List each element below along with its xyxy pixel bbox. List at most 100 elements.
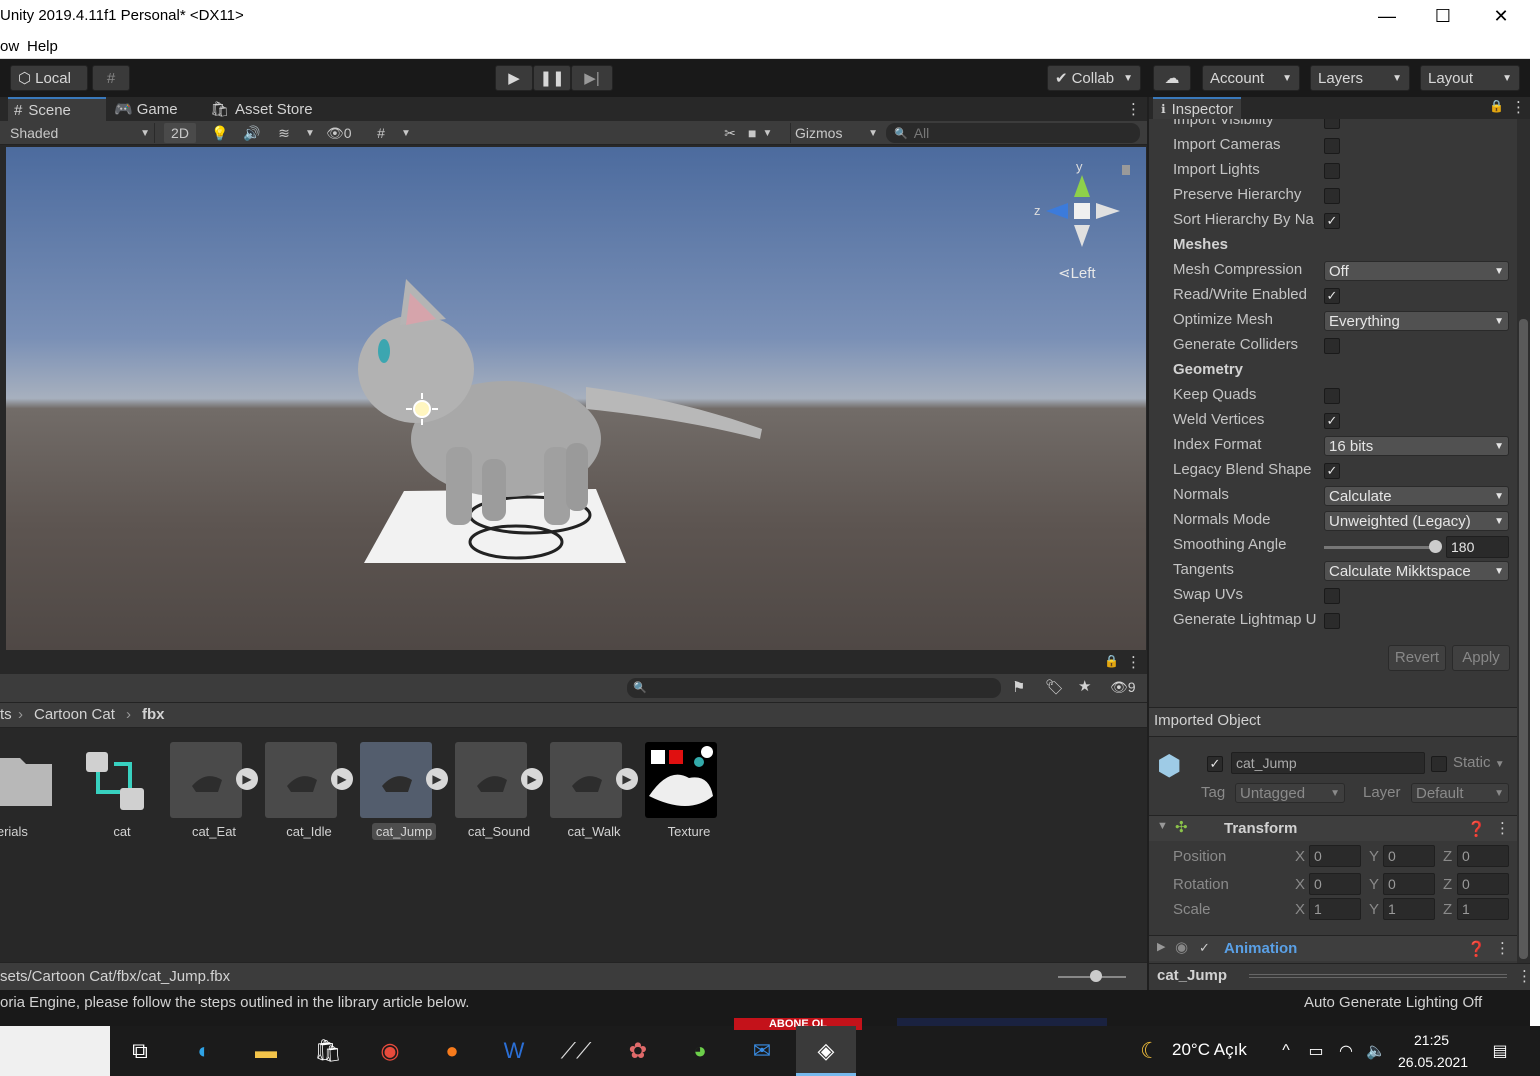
more-options-icon[interactable]: ⋮ <box>1126 653 1141 671</box>
tab-asset-store[interactable]: 🛍 Asset Store <box>204 97 319 121</box>
asset-texture[interactable]: Texture <box>641 742 721 842</box>
thumbnail-size-slider-handle[interactable] <box>1090 970 1102 982</box>
paint-icon[interactable]: ✿ <box>618 1032 658 1070</box>
slider-handle[interactable] <box>1429 540 1442 553</box>
clock-time[interactable]: 21:25 <box>1414 1032 1449 1048</box>
static-checkbox[interactable] <box>1431 756 1447 772</box>
setting-dropdown[interactable]: Calculate Mikktspace ▼ <box>1324 561 1509 581</box>
app-icon[interactable]: ⟋⟋ <box>556 1032 596 1070</box>
asset-materials-folder[interactable]: aterials <box>0 742 66 842</box>
scene-search-input[interactable]: 🔍 All <box>886 123 1140 143</box>
hidden-packages-toggle[interactable]: 👁9 <box>1110 679 1136 696</box>
setting-checkbox[interactable]: ✓ <box>1324 413 1340 429</box>
tab-inspector[interactable]: ℹ Inspector <box>1153 97 1242 119</box>
account-dropdown[interactable]: Account ▼ <box>1202 65 1300 91</box>
transform-x-field[interactable]: 1 <box>1309 898 1361 920</box>
smoothing-angle-field[interactable]: 180 <box>1446 536 1509 558</box>
transform-y-field[interactable]: 0 <box>1383 845 1435 867</box>
asset-cat-walk[interactable]: ▶ cat_Walk <box>546 742 638 842</box>
setting-checkbox[interactable]: ✓ <box>1324 463 1340 479</box>
apply-button[interactable]: Apply <box>1452 645 1510 671</box>
transform-y-field[interactable]: 0 <box>1383 873 1435 895</box>
setting-checkbox[interactable] <box>1324 138 1340 154</box>
edge-browser-icon[interactable]: ◐ <box>184 1032 224 1070</box>
setting-checkbox[interactable] <box>1324 388 1340 404</box>
scrollbar-thumb[interactable] <box>1519 319 1528 959</box>
effects-toggle-icon[interactable]: ≋ <box>272 123 296 143</box>
task-view-icon[interactable]: ⧉ <box>120 1032 160 1070</box>
tag-dropdown[interactable]: Untagged ▼ <box>1235 783 1345 803</box>
asset-cat-sound[interactable]: ▶ cat_Sound <box>451 742 543 842</box>
expand-arrow-icon[interactable]: ▶ <box>236 768 258 790</box>
lighting-toggle-icon[interactable]: 💡 <box>208 123 232 143</box>
inspector-scrollbar[interactable] <box>1517 119 1530 963</box>
notifications-icon[interactable]: ▤ <box>1480 1032 1520 1070</box>
expand-arrow-icon[interactable]: ▶ <box>331 768 353 790</box>
orientation-gizmo[interactable] <box>1046 165 1130 247</box>
setting-checkbox[interactable]: ✓ <box>1324 288 1340 304</box>
setting-checkbox[interactable] <box>1324 338 1340 354</box>
expand-arrow-icon[interactable]: ▶ <box>616 768 638 790</box>
setting-checkbox[interactable] <box>1324 119 1340 129</box>
taskbar-search-box[interactable] <box>0 1026 110 1076</box>
expand-arrow-icon[interactable]: ▶ <box>426 768 448 790</box>
audio-toggle-icon[interactable]: 🔊 <box>240 123 264 143</box>
setting-dropdown[interactable]: Calculate ▼ <box>1324 486 1509 506</box>
object-active-checkbox[interactable]: ✓ <box>1207 756 1223 772</box>
chevron-down-icon[interactable]: ▼ <box>302 123 318 143</box>
menu-help[interactable]: Help <box>27 38 58 55</box>
setting-checkbox[interactable] <box>1324 188 1340 204</box>
transform-y-field[interactable]: 1 <box>1383 898 1435 920</box>
hidden-objects-toggle[interactable]: 👁 0 <box>326 123 362 143</box>
revert-button[interactable]: Revert <box>1388 645 1446 671</box>
menu-window[interactable]: ow <box>0 38 19 55</box>
file-explorer-icon[interactable]: ▬ <box>246 1032 286 1070</box>
play-button[interactable]: ▶ <box>495 65 533 91</box>
expand-arrow-icon[interactable]: ▶ <box>521 768 543 790</box>
transform-x-field[interactable]: 0 <box>1309 873 1361 895</box>
breadcrumb-cartoon-cat[interactable]: Cartoon Cat <box>34 703 115 727</box>
store-icon[interactable]: 🛍 <box>308 1032 348 1070</box>
more-options-icon[interactable]: ⋮ <box>1495 939 1510 957</box>
asset-cat-eat[interactable]: ▶ cat_Eat <box>166 742 258 842</box>
favorites-icon[interactable]: ★ <box>1078 677 1091 695</box>
clock-date[interactable]: 26.05.2021 <box>1398 1054 1468 1070</box>
setting-checkbox[interactable] <box>1324 588 1340 604</box>
transform-z-field[interactable]: 0 <box>1457 873 1509 895</box>
setting-dropdown[interactable]: Off ▼ <box>1324 261 1509 281</box>
shading-mode-dropdown[interactable]: Shaded ▼ <box>10 123 155 143</box>
more-options-icon[interactable]: ⋮ <box>1120 97 1147 121</box>
chrome-icon[interactable]: ◉ <box>370 1032 410 1070</box>
breadcrumb-assets[interactable]: ts <box>0 703 12 727</box>
minimize-button[interactable]: — <box>1358 0 1416 32</box>
volume-icon[interactable]: 🔈 <box>1356 1032 1396 1070</box>
smoothing-angle-slider[interactable] <box>1324 546 1436 549</box>
lock-icon[interactable]: 🔒 <box>1104 654 1119 668</box>
lock-icon[interactable]: 🔒 <box>1489 99 1504 113</box>
asset-cat-idle[interactable]: ▶ cat_Idle <box>261 742 353 842</box>
animation-header[interactable]: ▶ ◉ ✓ Animation ❓ ⋮ <box>1149 935 1517 961</box>
pause-button[interactable]: ❚❚ <box>533 65 571 91</box>
setting-dropdown[interactable]: Everything ▼ <box>1324 311 1509 331</box>
more-options-icon[interactable]: ⋮ <box>1511 98 1526 116</box>
animation-enabled-check[interactable]: ✓ <box>1199 940 1210 956</box>
filter-type-icon[interactable]: ⚑ <box>1012 678 1025 696</box>
asset-cat-jump[interactable]: ▶ cat_Jump <box>356 742 448 842</box>
setting-checkbox[interactable]: ✓ <box>1324 213 1340 229</box>
step-button[interactable]: ▶| <box>571 65 613 91</box>
cloud-button[interactable]: ☁ <box>1153 65 1191 91</box>
grid-toggle-icon[interactable]: # <box>370 123 392 143</box>
transform-z-field[interactable]: 1 <box>1457 898 1509 920</box>
status-message[interactable]: oria Engine, please follow the steps out… <box>0 994 469 1011</box>
setting-checkbox[interactable] <box>1324 613 1340 629</box>
collab-button[interactable]: ✔ Collab ▼ <box>1047 65 1141 91</box>
tab-scene[interactable]: # Scene <box>8 97 106 121</box>
layout-dropdown[interactable]: Layout ▼ <box>1420 65 1520 91</box>
2d-toggle[interactable]: 2D <box>164 123 196 143</box>
transform-z-field[interactable]: 0 <box>1457 845 1509 867</box>
mail-icon[interactable]: ✉ <box>742 1032 782 1070</box>
tools-icon[interactable]: ✂ <box>718 123 742 143</box>
setting-dropdown[interactable]: Unweighted (Legacy) ▼ <box>1324 511 1509 531</box>
help-icon[interactable]: ❓ <box>1467 940 1486 958</box>
gizmos-dropdown[interactable]: Gizmos ▼ <box>790 123 878 143</box>
